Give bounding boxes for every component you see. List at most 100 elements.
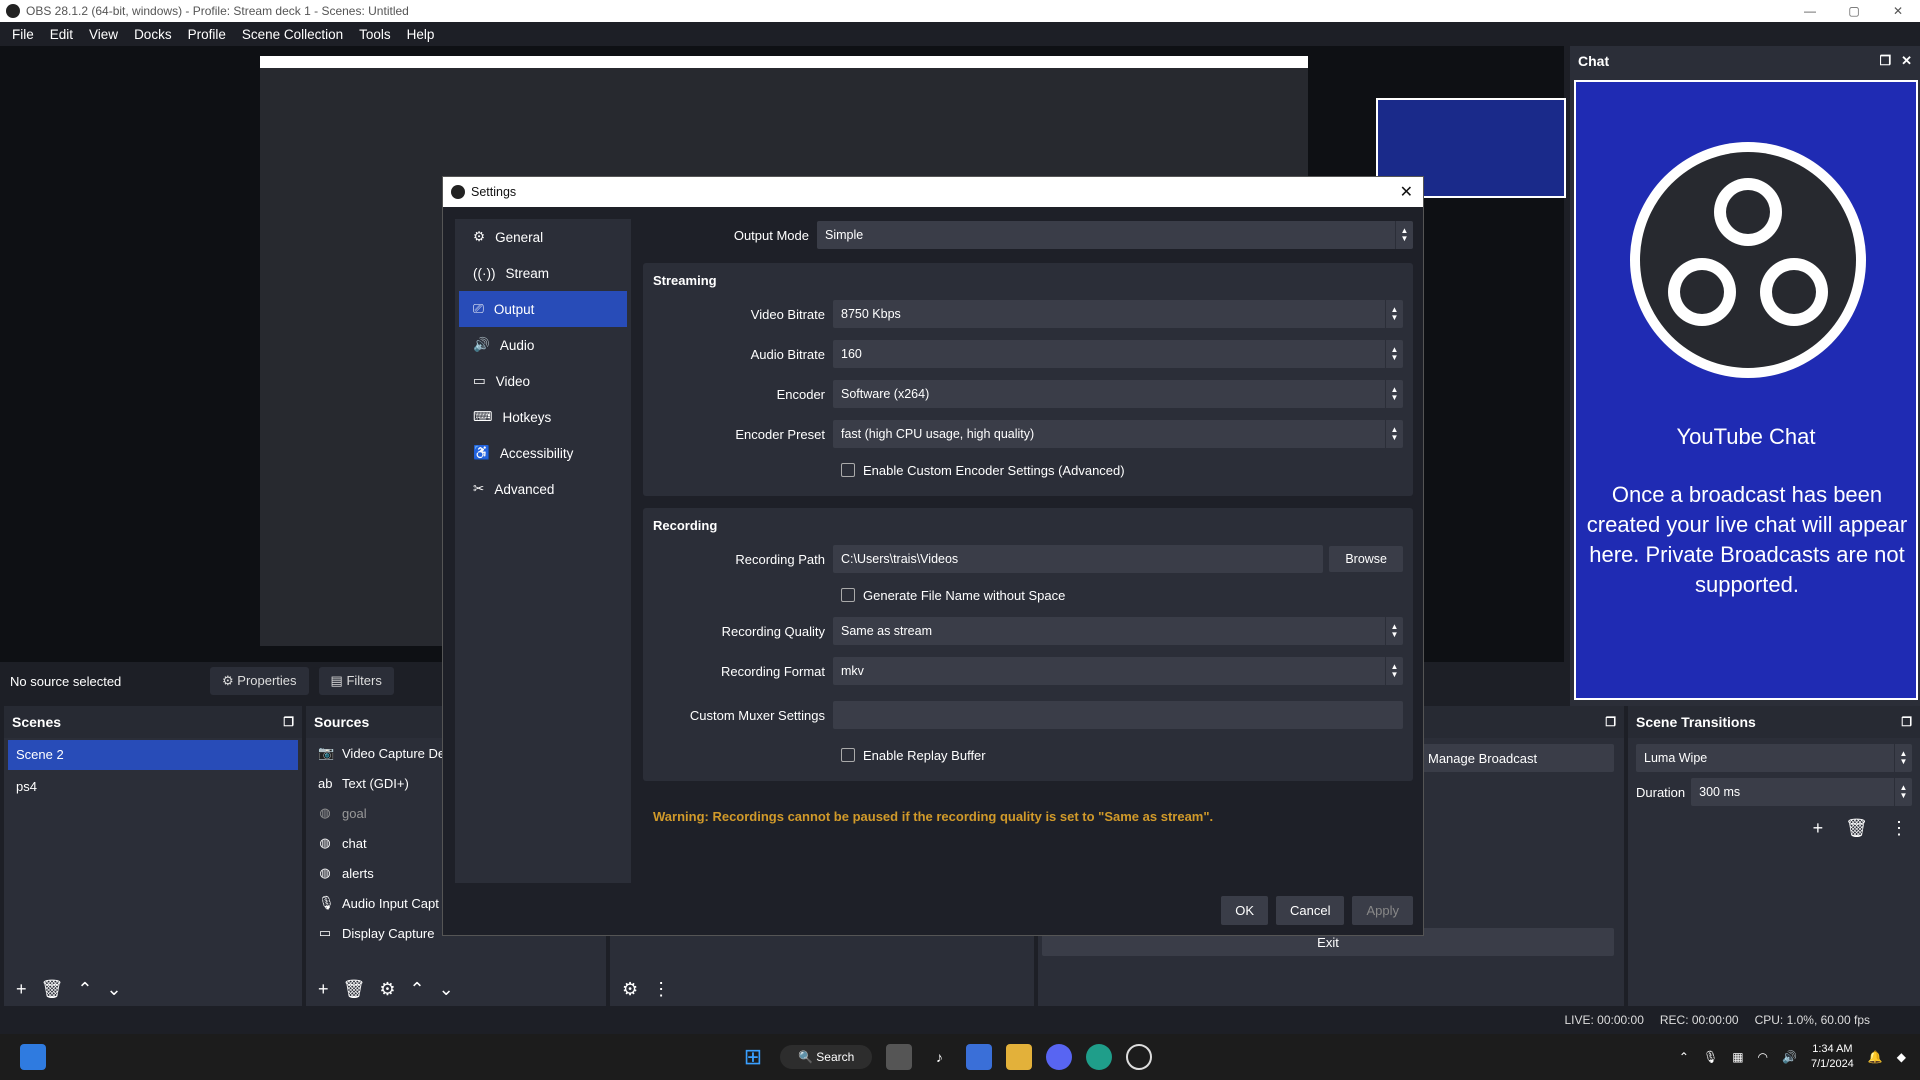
- menu-tools[interactable]: Tools: [351, 27, 399, 42]
- manage-broadcast-label: Manage Broadcast: [1428, 750, 1538, 766]
- move-up-icon[interactable]: ⌃: [77, 979, 92, 1000]
- task-view-icon[interactable]: [886, 1044, 913, 1070]
- encoder-preset-value: fast (high CPU usage, high quality): [841, 427, 1035, 441]
- float-dock-icon[interactable]: ❐: [1879, 53, 1891, 69]
- trash-icon[interactable]: 🗑: [41, 979, 64, 1000]
- source-label: chat: [342, 835, 367, 851]
- duration-spinbox[interactable]: 300 ms ▲ ▼: [1691, 778, 1912, 806]
- recording-group: Recording Recording Path C:\Users\trais\V…: [643, 508, 1413, 781]
- custom-muxer-input[interactable]: [833, 701, 1403, 729]
- float-dock-icon[interactable]: ❐: [1901, 715, 1912, 729]
- nav-output[interactable]: ⎚ Output: [459, 291, 627, 327]
- menu-view[interactable]: View: [81, 27, 126, 42]
- recording-path-input[interactable]: C:\Users\trais\Videos: [833, 545, 1324, 573]
- filters-label: Filters: [346, 673, 382, 688]
- nav-accessibility[interactable]: ♿ Accessibility: [459, 435, 627, 471]
- no-space-checkbox[interactable]: Generate File Name without Space: [653, 579, 1403, 611]
- wifi-icon[interactable]: ◠: [1758, 1050, 1768, 1064]
- network-icon[interactable]: ▦: [1732, 1050, 1743, 1064]
- menu-help[interactable]: Help: [399, 27, 443, 42]
- manage-broadcast-button[interactable]: Manage Broadcast: [1418, 744, 1614, 772]
- mic-icon[interactable]: 🎙: [1703, 1050, 1718, 1064]
- output-icon: ⎚: [473, 301, 484, 316]
- minimize-icon[interactable]: —: [1788, 4, 1832, 18]
- recording-format-label: Recording Format: [720, 663, 825, 679]
- nav-stream[interactable]: ((·)) Stream: [459, 255, 627, 291]
- store-icon[interactable]: [966, 1044, 993, 1070]
- advanced-audio-icon[interactable]: ⚙: [622, 979, 638, 1000]
- gear-icon[interactable]: ⚙: [379, 979, 395, 1000]
- add-icon[interactable]: +: [318, 979, 329, 1000]
- nav-general[interactable]: ⚙ General: [459, 219, 627, 255]
- nav-hotkeys[interactable]: ⌨ Hotkeys: [459, 399, 627, 435]
- text-icon: ab: [318, 775, 333, 791]
- sources-title: Sources: [314, 714, 370, 730]
- nav-label: General: [495, 229, 544, 245]
- close-dock-icon[interactable]: ✕: [1901, 53, 1912, 69]
- chevron-up-icon[interactable]: ⌃: [1679, 1050, 1689, 1064]
- nav-audio[interactable]: 🔊 Audio: [459, 327, 627, 363]
- volume-icon[interactable]: 🔊: [1782, 1050, 1797, 1064]
- float-dock-icon[interactable]: ❐: [283, 715, 294, 729]
- edge-icon[interactable]: [1086, 1044, 1113, 1070]
- encoder-preset-select[interactable]: fast (high CPU usage, high quality) ▲ ▼: [833, 420, 1403, 448]
- folder-icon[interactable]: [1006, 1044, 1033, 1070]
- add-icon[interactable]: +: [16, 979, 27, 1000]
- tiktok-icon[interactable]: ♪: [926, 1044, 952, 1070]
- move-down-icon[interactable]: ⌄: [106, 979, 121, 1000]
- discord-icon[interactable]: [1046, 1044, 1073, 1070]
- add-icon[interactable]: +: [1813, 818, 1824, 839]
- window-title: OBS 28.1.2 (64-bit, windows) - Profile: …: [26, 4, 409, 18]
- properties-button[interactable]: ⚙ Properties: [210, 667, 309, 695]
- menu-file[interactable]: File: [4, 27, 42, 42]
- menu-docks[interactable]: Docks: [126, 27, 180, 42]
- audio-bitrate-select[interactable]: 160 ▲ ▼: [833, 340, 1403, 368]
- scene-item[interactable]: Scene 2: [8, 740, 298, 770]
- nav-advanced[interactable]: ✂ Advanced: [459, 471, 627, 507]
- recording-format-select[interactable]: mkv ▲ ▼: [833, 657, 1403, 685]
- move-down-icon[interactable]: ⌄: [439, 979, 454, 1000]
- ok-button[interactable]: OK: [1221, 896, 1268, 925]
- move-up-icon[interactable]: ⌃: [410, 979, 425, 1000]
- video-bitrate-spinbox[interactable]: 8750 Kbps ▲ ▼: [833, 300, 1403, 328]
- menu-dots-icon[interactable]: ⋮: [1890, 818, 1908, 839]
- replay-buffer-checkbox[interactable]: Enable Replay Buffer: [653, 739, 1403, 771]
- encoder-select[interactable]: Software (x264) ▲ ▼: [833, 380, 1403, 408]
- menu-dots-icon[interactable]: ⋮: [652, 979, 670, 1000]
- checkbox-box: [841, 588, 855, 602]
- float-dock-icon[interactable]: ❐: [1605, 715, 1616, 729]
- nav-video[interactable]: ▭ Video: [459, 363, 627, 399]
- tools-icon: ✂: [473, 481, 485, 496]
- apply-button[interactable]: Apply: [1352, 896, 1413, 925]
- recording-path-value: C:\Users\trais\Videos: [841, 552, 959, 566]
- encoder-label: Encoder: [776, 386, 825, 402]
- custom-encoder-checkbox[interactable]: Enable Custom Encoder Settings (Advanced…: [653, 454, 1403, 486]
- transition-select[interactable]: Luma Wipe ▲ ▼: [1636, 744, 1912, 772]
- windows-start-icon[interactable]: ⊞: [740, 1044, 766, 1070]
- filters-button[interactable]: ▤ Filters: [318, 667, 394, 695]
- settings-title: Settings: [471, 185, 517, 199]
- menu-edit[interactable]: Edit: [42, 27, 81, 42]
- maximize-icon[interactable]: ▢: [1832, 4, 1876, 18]
- trash-icon[interactable]: 🗑: [343, 979, 366, 1000]
- trash-icon[interactable]: 🗑: [1845, 818, 1868, 839]
- widgets-icon[interactable]: [20, 1044, 46, 1070]
- taskbar-search[interactable]: 🔍 Search: [780, 1045, 873, 1069]
- properties-label: Properties: [237, 673, 297, 688]
- output-mode-select[interactable]: Simple ▲ ▼: [817, 221, 1413, 249]
- nav-label: Advanced: [494, 481, 555, 497]
- scene-item[interactable]: ps4: [8, 772, 298, 802]
- scenes-title: Scenes: [12, 714, 62, 730]
- copilot-icon[interactable]: ◆: [1897, 1050, 1906, 1064]
- browse-button[interactable]: Browse: [1329, 546, 1403, 572]
- recording-quality-select[interactable]: Same as stream ▲ ▼: [833, 617, 1403, 645]
- menu-profile[interactable]: Profile: [180, 27, 234, 42]
- notification-icon[interactable]: 🔔: [1868, 1050, 1883, 1064]
- streaming-group: Streaming Video Bitrate 8750 Kbps ▲ ▼ Audio…: [643, 263, 1413, 496]
- menu-scene-collection[interactable]: Scene Collection: [234, 27, 351, 42]
- cancel-button[interactable]: Cancel: [1276, 896, 1345, 925]
- obs-taskbar-icon[interactable]: [1126, 1044, 1153, 1070]
- close-icon[interactable]: ✕: [1400, 182, 1413, 202]
- close-icon[interactable]: ✕: [1876, 4, 1920, 18]
- clock[interactable]: 1:34 AM 7/1/2024: [1811, 1042, 1854, 1072]
